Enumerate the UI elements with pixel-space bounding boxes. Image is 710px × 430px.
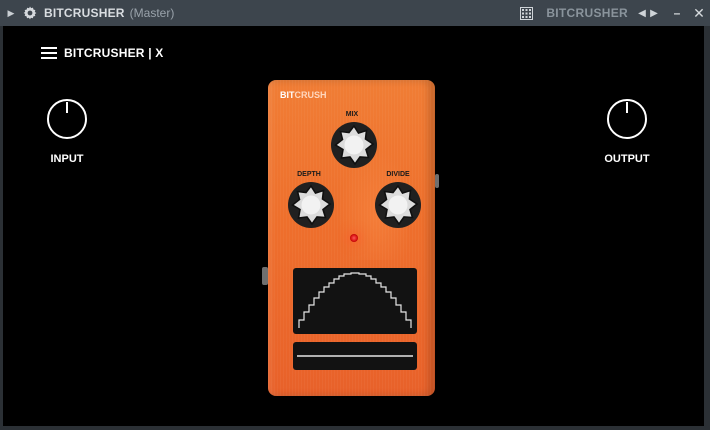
input-label: INPUT bbox=[50, 153, 84, 165]
menu-header[interactable]: BITCRUSHER | X bbox=[41, 46, 164, 60]
level-display bbox=[293, 342, 417, 370]
divide-knob[interactable] bbox=[374, 181, 422, 229]
divide-knob-label: DIVIDE bbox=[386, 171, 410, 178]
routing-label: (Master) bbox=[129, 6, 175, 20]
hamburger-menu-icon[interactable] bbox=[41, 47, 57, 59]
mix-knob-label: MIX bbox=[345, 111, 359, 118]
preset-name[interactable]: BITCRUSHER bbox=[546, 6, 628, 20]
minimize-button[interactable]: – bbox=[666, 6, 688, 20]
plugin-title-bar: ▶ BITCRUSHER (Master) BITCRUSHER ◀ ▶ – ✕ bbox=[0, 0, 710, 26]
plugin-panel: BITCRUSHER | X INPUT OUTPUT BITCRUSH MIX… bbox=[3, 26, 704, 426]
output-jack bbox=[435, 174, 439, 188]
mix-knob[interactable] bbox=[330, 121, 378, 169]
output-label: OUTPUT bbox=[604, 153, 650, 165]
collapse-arrow-icon[interactable]: ▶ bbox=[3, 8, 19, 19]
chevron-left-icon[interactable]: ◀ bbox=[636, 8, 648, 19]
close-button[interactable]: ✕ bbox=[688, 5, 710, 22]
bitcrush-pedal: BITCRUSH MIX DEPTH DIVIDE bbox=[262, 80, 439, 396]
gear-icon[interactable] bbox=[21, 4, 39, 22]
input-knob[interactable] bbox=[47, 99, 87, 139]
stepped-waveform-graphic bbox=[298, 272, 412, 328]
output-knob[interactable] bbox=[607, 99, 647, 139]
grid-icon[interactable] bbox=[518, 5, 534, 21]
pedal-brand-logo: BITCRUSH bbox=[280, 90, 327, 100]
plugin-name: BITCRUSHER bbox=[44, 6, 125, 20]
level-line-graphic bbox=[297, 355, 413, 357]
input-jack bbox=[262, 267, 268, 285]
chevron-right-icon[interactable]: ▶ bbox=[648, 8, 660, 19]
depth-knob[interactable] bbox=[287, 181, 335, 229]
status-led bbox=[350, 234, 358, 242]
plugin-header-title: BITCRUSHER | X bbox=[64, 46, 164, 60]
waveform-display bbox=[293, 268, 417, 334]
depth-knob-label: DEPTH bbox=[297, 171, 321, 178]
